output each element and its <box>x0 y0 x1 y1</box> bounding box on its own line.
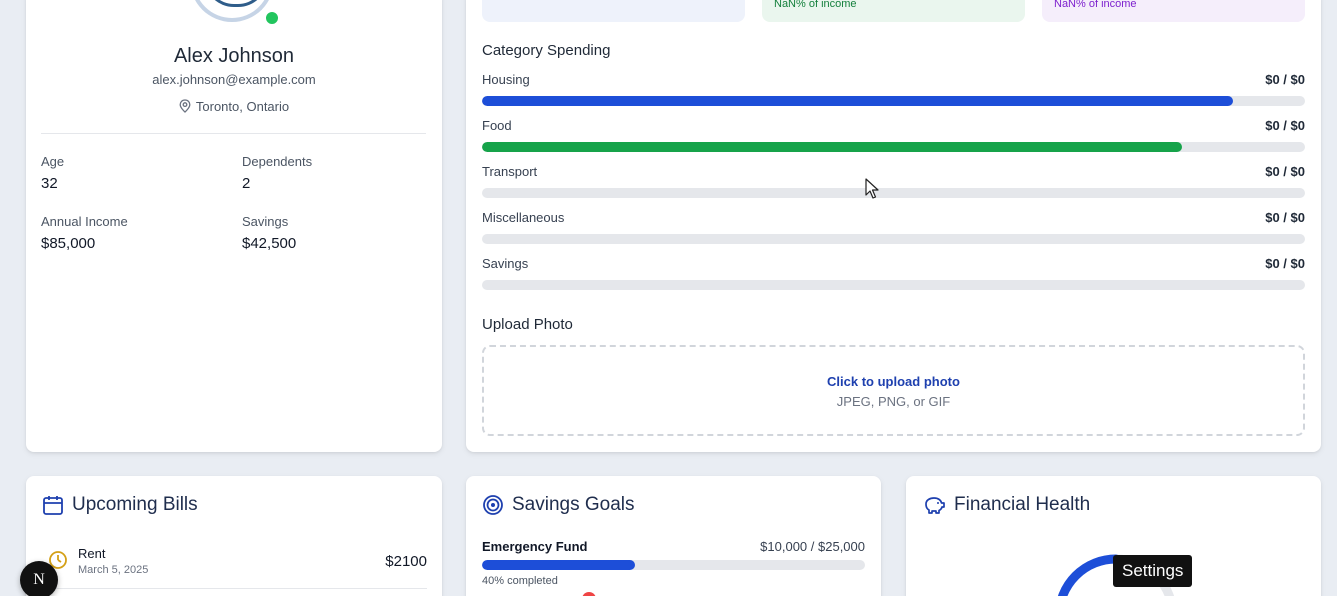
photo-upload-dropzone[interactable]: Click to upload photo JPEG, PNG, or GIF <box>482 345 1305 436</box>
spending-card: NaN% of income NaN% of income Category S… <box>466 0 1321 452</box>
stat-savings-value: $42,500 <box>242 235 297 252</box>
category-amount: $0 / $0 <box>1265 164 1305 179</box>
goal-percent-completed: 40% completed <box>482 575 558 587</box>
calendar-icon <box>43 496 63 515</box>
category-row-miscellaneous: Miscellaneous $0 / $0 <box>482 210 1305 250</box>
upcoming-bills-header: Upcoming Bills <box>42 494 198 516</box>
cursor-icon <box>865 178 879 199</box>
profile-email: alex.johnson@example.com <box>152 72 316 87</box>
summary-box-savings: NaN% of income <box>1042 0 1305 22</box>
savings-goals-header: Savings Goals <box>482 494 635 516</box>
category-amount: $0 / $0 <box>1265 72 1305 87</box>
stat-dependents-value: 2 <box>242 175 251 192</box>
category-row-savings: Savings $0 / $0 <box>482 256 1305 296</box>
category-label: Transport <box>482 164 538 179</box>
upload-file-types-hint: JPEG, PNG, or GIF <box>836 394 951 409</box>
category-progress-track <box>482 142 1305 152</box>
avatar[interactable] <box>190 0 274 22</box>
category-row-transport: Transport $0 / $0 <box>482 164 1305 204</box>
category-row-food: Food $0 / $0 <box>482 118 1305 158</box>
category-progress-track <box>482 280 1305 290</box>
category-progress-fill <box>482 142 1182 152</box>
upload-photo-link[interactable]: Click to upload photo <box>484 374 1303 389</box>
bill-divider <box>42 588 427 589</box>
stat-dependents-label: Dependents <box>242 154 313 169</box>
category-amount: $0 / $0 <box>1265 118 1305 133</box>
upload-photo-title: Upload Photo <box>482 316 573 333</box>
next-devtools-button[interactable]: N <box>20 561 58 596</box>
profile-divider <box>41 133 426 134</box>
category-progress-track <box>482 234 1305 244</box>
stat-savings-label: Savings <box>242 214 289 229</box>
category-spending-title: Category Spending <box>482 42 611 59</box>
piggy-bank-icon <box>925 497 945 514</box>
target-icon <box>483 495 503 515</box>
upcoming-bills-title: Upcoming Bills <box>72 494 198 515</box>
profile-card: Alex Johnson alex.johnson@example.com To… <box>26 0 442 452</box>
category-progress-track <box>482 96 1305 106</box>
category-label: Savings <box>482 256 529 271</box>
goal-progress-fill <box>482 560 636 570</box>
category-label: Housing <box>482 72 530 87</box>
stat-age-value: 32 <box>41 175 58 192</box>
goal-amount: $10,000 / $25,000 <box>760 539 865 554</box>
financial-health-title: Financial Health <box>954 494 1091 515</box>
category-amount: $0 / $0 <box>1265 256 1305 271</box>
financial-health-header: Financial Health <box>922 494 1090 516</box>
savings-goals-card: Savings Goals Emergency Fund $10,000 / $… <box>466 476 881 596</box>
summary-box-expenses: NaN% of income <box>762 0 1025 22</box>
category-label: Miscellaneous <box>482 210 565 225</box>
bill-amount: $2100 <box>385 553 427 570</box>
stat-income-label: Annual Income <box>41 214 128 229</box>
goal-alert-dot <box>582 592 596 596</box>
category-progress-track <box>482 188 1305 198</box>
category-row-housing: Housing $0 / $0 <box>482 72 1305 112</box>
goal-name: Emergency Fund <box>482 539 588 554</box>
summary-box-total <box>482 0 745 22</box>
stat-income-value: $85,000 <box>41 235 96 252</box>
online-status-dot <box>264 10 280 26</box>
profile-location: Toronto, Ontario <box>26 99 442 114</box>
goal-progress-track <box>482 560 865 570</box>
upcoming-bills-card: Upcoming Bills Rent March 5, 2025 $2100 <box>26 476 442 596</box>
category-progress-fill <box>482 96 1234 106</box>
summary-box-text: NaN% of income <box>774 0 857 10</box>
bill-name: Rent <box>78 546 106 561</box>
bill-row[interactable]: Rent March 5, 2025 $2100 <box>42 546 427 590</box>
bill-due-date: March 5, 2025 <box>78 564 149 576</box>
fab-letter: N <box>33 571 45 588</box>
location-pin-icon <box>179 99 191 113</box>
category-amount: $0 / $0 <box>1265 210 1305 225</box>
profile-name: Alex Johnson <box>173 45 295 67</box>
category-label: Food <box>482 118 512 133</box>
summary-box-text: NaN% of income <box>1054 0 1137 10</box>
profile-location-text: Toronto, Ontario <box>195 99 290 114</box>
savings-goals-title: Savings Goals <box>512 494 635 515</box>
settings-tooltip: Settings <box>1113 555 1193 587</box>
stat-age-label: Age <box>41 154 65 169</box>
